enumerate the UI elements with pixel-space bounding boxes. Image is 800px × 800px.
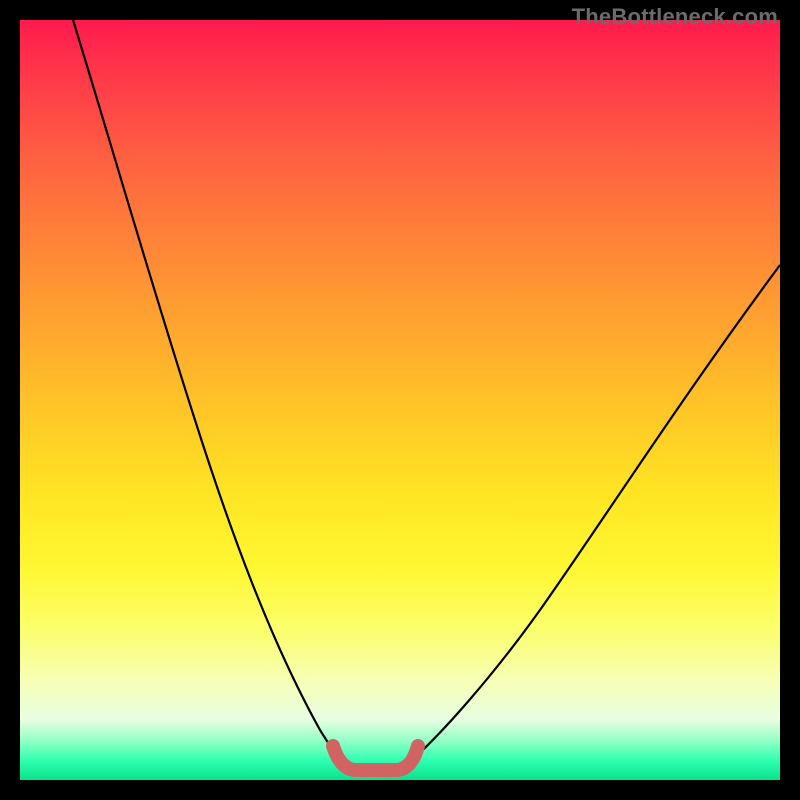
curve-valley-highlight <box>333 746 418 770</box>
curve-left-branch <box>73 20 340 760</box>
curve-right-branch <box>412 265 780 760</box>
watermark-text: TheBottleneck.com <box>572 4 778 30</box>
plot-area <box>20 20 780 780</box>
chart-frame: TheBottleneck.com <box>0 0 800 800</box>
bottleneck-curve <box>20 20 780 780</box>
